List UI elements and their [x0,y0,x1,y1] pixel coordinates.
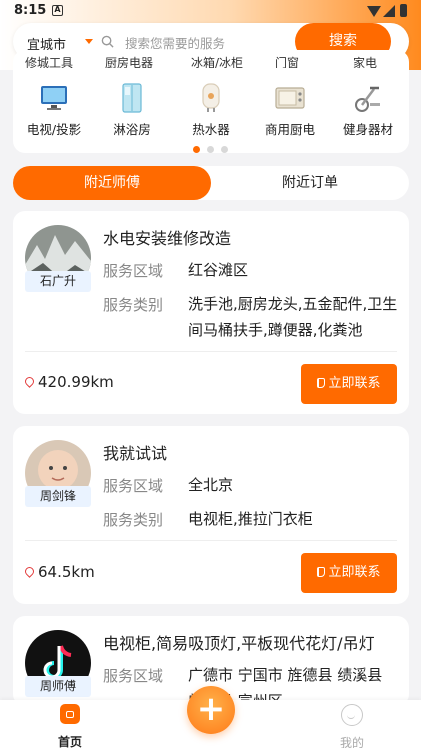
home-icon [60,704,80,724]
nav-home[interactable]: 首页 [45,704,95,748]
category-row-cut: 修城工具 厨房电器 冰箱/冰柜 门窗 家电 [13,50,409,68]
distance-value: 420.99km [38,373,114,391]
contact-button[interactable]: 立即联系 [301,553,397,593]
page-indicator [193,138,235,153]
status-time: 8:15 [14,3,47,18]
page-dot [221,146,228,153]
contact-label: 立即联系 [328,565,381,580]
category-label: 热水器 [192,122,230,137]
distance: 420.99km [23,373,114,391]
page-dot [207,146,214,153]
category-label: 健身器材 [342,122,393,137]
add-button[interactable]: + [187,686,235,734]
smile-icon [341,704,363,726]
worker-title: 我就试试 [103,444,168,463]
category-label: 电视/投影 [26,122,82,137]
phone-icon [317,567,326,577]
service-area-value: 红谷滩区 [188,261,249,279]
category-card: 修城工具 厨房电器 冰箱/冰柜 门窗 家电 电视/投影 淋浴房 热水器 商用厨电… [13,50,409,153]
contact-button[interactable]: 立即联系 [301,364,397,404]
service-area-label: 服务区域 [103,477,164,495]
category-item-commercial-kitchen[interactable]: 商用厨电 [251,83,329,138]
location-icon [23,565,36,578]
notification-icon: A [52,5,63,16]
worker-title: 电视柜,简易吸顶灯,平板现代花灯/吊灯 [103,634,375,653]
nav-mine-label: 我的 [339,736,364,748]
worker-title: 水电安装维修改造 [103,229,232,248]
worker-name: 周剑锋 [25,486,91,507]
nav-mine[interactable]: 我的 [327,704,377,748]
category-item-tv[interactable]: 电视/投影 [15,83,93,138]
commercial-kitchen-icon [274,83,306,113]
shower-room-icon [116,83,148,113]
page-dot-active [193,146,200,153]
water-heater-icon [195,83,227,113]
location-icon [23,375,36,388]
signal-icon [383,5,395,17]
wifi-icon [367,6,381,17]
distance-value: 64.5km [38,563,95,581]
worker-name: 石广升 [25,271,91,292]
nav-home-label: 首页 [57,735,82,748]
tab-nearby-workers[interactable]: 附近师傅 [13,166,211,200]
tv-icon [38,83,70,113]
service-area-label: 服务区域 [103,667,164,685]
worker-card[interactable]: 石广升 水电安装维修改造 服务区域 红谷滩区 服务类别 洗手池,厨房龙头,五金配… [13,211,409,414]
category-item-cut[interactable]: 门窗 [275,54,299,68]
category-item-water-heater[interactable]: 热水器 [172,83,250,138]
tab-nearby-orders[interactable]: 附近订单 [211,166,409,200]
service-type-value: 洗手池,厨房龙头,五金配件,卫生间马桶扶手,蹲便器,化粪池 [188,295,398,339]
category-item-cut[interactable]: 修城工具 [25,54,73,68]
tab-bar: 附近师傅 附近订单 [13,166,409,200]
service-area-label: 服务区域 [103,262,164,280]
category-item-cut[interactable]: 冰箱/冰柜 [191,54,243,68]
divider [25,540,397,541]
status-bar: 8:15 A [0,0,421,22]
category-item-shower[interactable]: 淋浴房 [93,83,171,138]
caret-down-icon[interactable] [85,39,93,44]
service-area-value: 全北京 [188,476,234,494]
category-item-cut[interactable]: 厨房电器 [105,54,153,68]
category-label: 淋浴房 [113,122,151,137]
fitness-equipment-icon [352,83,384,113]
service-type-label: 服务类别 [103,511,164,529]
worker-card[interactable]: 周剑锋 我就试试 服务区域 全北京 服务类别 电视柜,推拉门衣柜 64.5km … [13,426,409,604]
worker-name: 周师傅 [25,676,91,697]
search-icon [101,35,114,48]
divider [25,351,397,352]
category-label: 商用厨电 [264,122,315,137]
phone-icon [317,378,326,388]
category-item-fitness[interactable]: 健身器材 [329,83,407,138]
service-type-value: 电视柜,推拉门衣柜 [188,510,313,528]
contact-label: 立即联系 [328,376,381,391]
category-item-cut[interactable]: 家电 [353,54,377,68]
battery-icon [400,4,407,17]
distance: 64.5km [23,563,95,581]
service-type-label: 服务类别 [103,296,164,314]
